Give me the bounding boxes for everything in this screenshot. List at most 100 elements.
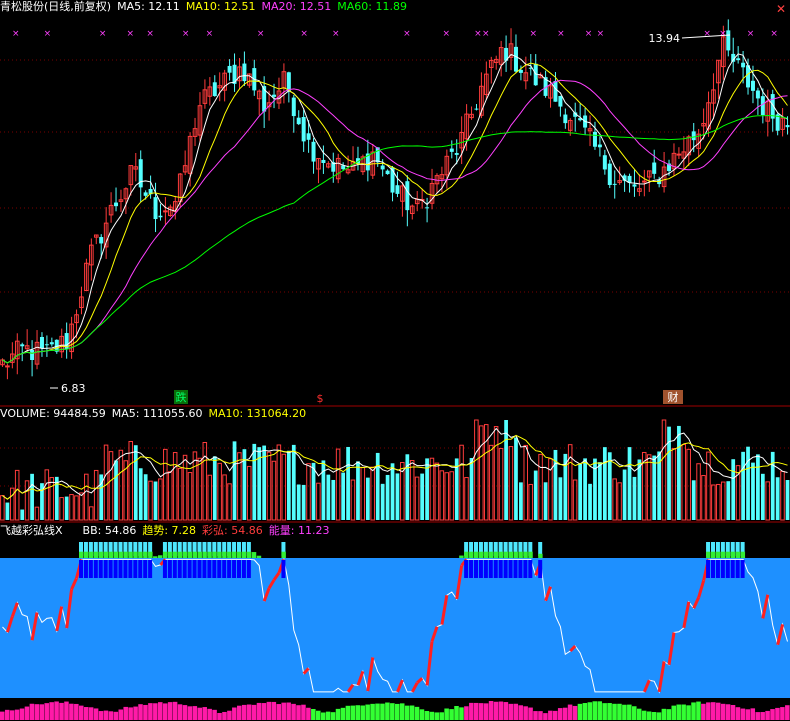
stock-chart[interactable]: × × × × × × × × × × × × × × × × × × × × × × 13.94 6.83 跌 $ 财 … — [0, 0, 790, 721]
candle-down — [597, 144, 602, 148]
volume-bar-down — [652, 455, 657, 520]
marker-cai: 财 — [668, 390, 679, 404]
hump-bar — [123, 551, 128, 558]
candlestick-series[interactable] — [0, 19, 790, 380]
hump-bar — [488, 551, 494, 558]
volume-bar-down — [405, 454, 410, 520]
hump-bar — [232, 551, 237, 558]
volume-bar-up — [409, 460, 415, 521]
energy-bar — [701, 703, 706, 720]
candle-down — [726, 30, 731, 51]
candle-down — [272, 94, 277, 97]
candle-down — [49, 342, 54, 345]
hump-bar — [113, 551, 118, 558]
volume-bar-down — [395, 473, 400, 520]
volume-bar-down — [286, 450, 291, 520]
x-marker: × — [206, 29, 214, 39]
energy-bar — [720, 703, 726, 720]
energy-bar — [316, 710, 321, 720]
energy-bar — [44, 703, 49, 720]
volume-bar-down — [420, 473, 425, 520]
volume-bar-down — [301, 484, 306, 520]
volume-bar-up — [508, 446, 514, 521]
volume-bars[interactable] — [0, 419, 790, 521]
candle-down — [296, 117, 301, 125]
indicator-background — [0, 558, 790, 698]
candle-down — [425, 207, 430, 209]
volume-bar-down — [64, 496, 69, 520]
hump-bar — [464, 551, 469, 558]
signal-bottom-bar — [281, 560, 286, 578]
signal-bottom-bar — [469, 560, 474, 578]
energy-bar — [577, 703, 583, 720]
energy-bar — [59, 702, 64, 720]
close-icon[interactable]: ✕ — [776, 2, 786, 16]
signal-bottom-bar — [118, 560, 123, 578]
volume-bar-up — [459, 444, 464, 521]
volume-bar-up — [306, 463, 311, 521]
volume-bar-up — [177, 467, 183, 521]
energy-bar — [375, 703, 380, 720]
x-marker: × — [182, 29, 190, 39]
x-marker: × — [482, 29, 490, 39]
energy-bar — [167, 702, 173, 720]
volume-bar-up — [681, 444, 687, 521]
energy-bar — [212, 709, 217, 720]
x-marker: × — [332, 29, 340, 39]
energy-bar — [19, 708, 25, 720]
bb-value: BB: 54.86 — [82, 524, 137, 537]
hump-bar — [730, 551, 736, 558]
candle-down — [607, 163, 612, 185]
signal-bottom-bar — [167, 560, 172, 578]
volume-bar-up — [538, 453, 543, 521]
candle-down — [513, 46, 518, 72]
energy-bar — [276, 704, 282, 720]
x-marker: × — [474, 29, 482, 39]
signal-bottom-bar — [79, 560, 83, 578]
signal-bottom-bar — [498, 560, 503, 578]
energy-bar — [291, 703, 296, 720]
signal-bottom-bar — [133, 560, 138, 578]
indicator-panel[interactable] — [0, 542, 790, 720]
signal-bottom-bar — [192, 560, 197, 578]
volume-bar-down — [519, 482, 523, 520]
energy-bar — [380, 703, 385, 720]
volume-bar-up — [202, 442, 208, 521]
hump-bar — [187, 551, 193, 558]
signal-bottom-bar — [488, 560, 493, 578]
energy-bar — [29, 703, 35, 720]
volume-bar-down — [756, 454, 760, 520]
volume-bar-up — [0, 495, 5, 521]
energy-bar — [439, 712, 444, 720]
volume-bar-up — [646, 454, 652, 521]
hump-bar — [459, 555, 464, 558]
signal-bottom-bar — [503, 560, 508, 578]
energy-bar — [325, 711, 331, 720]
volume-bar-up — [14, 469, 20, 521]
hump-bar — [720, 551, 726, 558]
energy-bar — [177, 704, 183, 720]
ma60-line — [2, 114, 788, 364]
energy-bar — [399, 703, 405, 720]
volume-bar-up — [84, 473, 89, 521]
marker-dollar[interactable]: $ — [317, 392, 324, 405]
hump-bar — [735, 551, 741, 558]
energy-bar — [627, 704, 632, 720]
volume-bar-down — [607, 452, 612, 520]
energy-bar — [607, 703, 612, 720]
hump-bar — [98, 551, 104, 558]
energy-bar — [207, 708, 212, 720]
energy-bar — [661, 708, 667, 720]
hump-bar — [88, 551, 94, 558]
x-marker: × — [44, 29, 52, 39]
volume-bar-down — [5, 502, 10, 520]
energy-bar — [162, 703, 168, 720]
signal-bottom-bar — [83, 560, 88, 578]
volume-bar-up — [612, 478, 617, 521]
candle-down — [405, 181, 410, 211]
signal-bottom-bar — [237, 560, 241, 578]
energy-bar — [266, 701, 272, 720]
energy-bar — [750, 708, 756, 720]
energy-bar — [409, 705, 415, 720]
candle-down — [20, 344, 25, 347]
